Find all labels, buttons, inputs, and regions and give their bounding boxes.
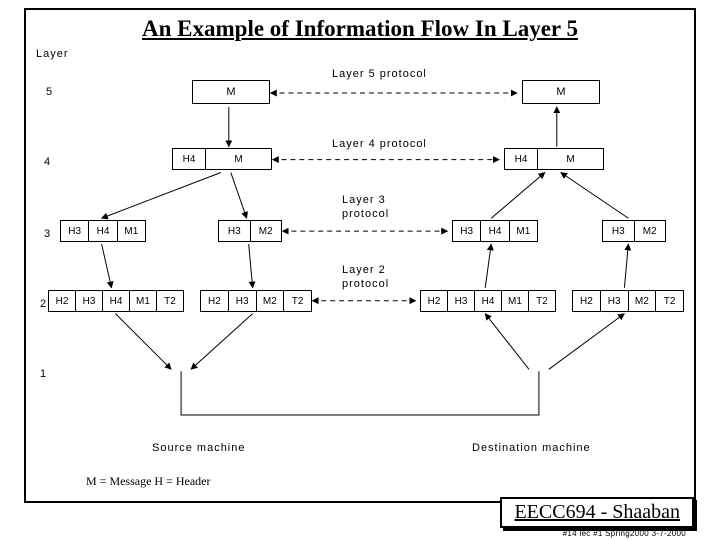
l3-dst-a-box: H3 H4 M1 bbox=[452, 220, 538, 242]
cell-h3: H3 bbox=[603, 221, 634, 241]
cell-h2: H2 bbox=[421, 291, 447, 311]
protocol-2-label-a: Layer 2 bbox=[342, 264, 386, 276]
cell-h3: H3 bbox=[75, 291, 102, 311]
cell-h3: H3 bbox=[228, 291, 256, 311]
l2-src-b-box: H2 H3 M2 T2 bbox=[200, 290, 312, 312]
layer-num-4: 4 bbox=[44, 156, 51, 168]
cell-h2: H2 bbox=[573, 291, 600, 311]
legend-text: M = Message H = Header bbox=[86, 474, 211, 489]
cell-m1: M1 bbox=[501, 291, 528, 311]
cell-h3: H3 bbox=[453, 221, 480, 241]
cell-h4: H4 bbox=[505, 149, 537, 169]
protocol-4-label: Layer 4 protocol bbox=[332, 138, 427, 150]
l3-src-b-box: H3 M2 bbox=[218, 220, 282, 242]
layer-num-2: 2 bbox=[40, 298, 47, 310]
slide-frame: An Example of Information Flow In Layer … bbox=[24, 8, 696, 503]
l2-dst-a-box: H2 H3 H4 M1 T2 bbox=[420, 290, 556, 312]
cell-t2: T2 bbox=[156, 291, 183, 311]
cell-m: M bbox=[226, 86, 235, 98]
cell-h4: H4 bbox=[474, 291, 501, 311]
l4-dst-box: H4 M bbox=[504, 148, 604, 170]
cell-h3: H3 bbox=[600, 291, 628, 311]
course-badge: EECC694 - Shaaban bbox=[500, 497, 694, 528]
protocol-2-label-b: protocol bbox=[342, 278, 389, 290]
cell-m2: M2 bbox=[250, 221, 282, 241]
cell-m: M bbox=[205, 149, 271, 169]
footnote-text: #14 lec #1 Spring2000 3-7-2000 bbox=[563, 529, 686, 538]
cell-h2: H2 bbox=[201, 291, 228, 311]
cell-m1: M1 bbox=[129, 291, 156, 311]
slide-title: An Example of Information Flow In Layer … bbox=[26, 16, 694, 42]
l5-src-box: M bbox=[192, 80, 270, 104]
layer-num-3: 3 bbox=[44, 228, 51, 240]
l2-dst-b-box: H2 H3 M2 T2 bbox=[572, 290, 684, 312]
cell-m1: M1 bbox=[117, 221, 145, 241]
cell-m2: M2 bbox=[256, 291, 284, 311]
l5-dst-box: M bbox=[522, 80, 600, 104]
layer-num-5: 5 bbox=[46, 86, 53, 98]
protocol-5-label: Layer 5 protocol bbox=[332, 68, 427, 80]
diagram-arrows bbox=[32, 46, 688, 464]
destination-machine-label: Destination machine bbox=[472, 442, 591, 454]
cell-h2: H2 bbox=[49, 291, 75, 311]
l3-src-a-box: H3 H4 M1 bbox=[60, 220, 146, 242]
cell-h4: H4 bbox=[173, 149, 205, 169]
protocol-3-label-a: Layer 3 bbox=[342, 194, 386, 206]
cell-h3: H3 bbox=[447, 291, 474, 311]
cell-m: M bbox=[537, 149, 603, 169]
protocol-3-label-b: protocol bbox=[342, 208, 389, 220]
cell-m2: M2 bbox=[628, 291, 656, 311]
cell-h4: H4 bbox=[88, 221, 116, 241]
cell-m: M bbox=[556, 86, 565, 98]
cell-h3: H3 bbox=[61, 221, 88, 241]
layer-num-1: 1 bbox=[40, 368, 47, 380]
cell-m2: M2 bbox=[634, 221, 666, 241]
cell-h4: H4 bbox=[480, 221, 508, 241]
l4-src-box: H4 M bbox=[172, 148, 272, 170]
label-layer: Layer bbox=[36, 48, 69, 60]
cell-t2: T2 bbox=[528, 291, 555, 311]
diagram-stage: Layer 5 4 3 2 1 Layer 5 protocol Layer 4… bbox=[32, 46, 688, 464]
l3-dst-b-box: H3 M2 bbox=[602, 220, 666, 242]
cell-t2: T2 bbox=[655, 291, 683, 311]
cell-h3: H3 bbox=[219, 221, 250, 241]
cell-m1: M1 bbox=[509, 221, 537, 241]
cell-t2: T2 bbox=[283, 291, 311, 311]
cell-h4: H4 bbox=[102, 291, 129, 311]
source-machine-label: Source machine bbox=[152, 442, 246, 454]
l2-src-a-box: H2 H3 H4 M1 T2 bbox=[48, 290, 184, 312]
